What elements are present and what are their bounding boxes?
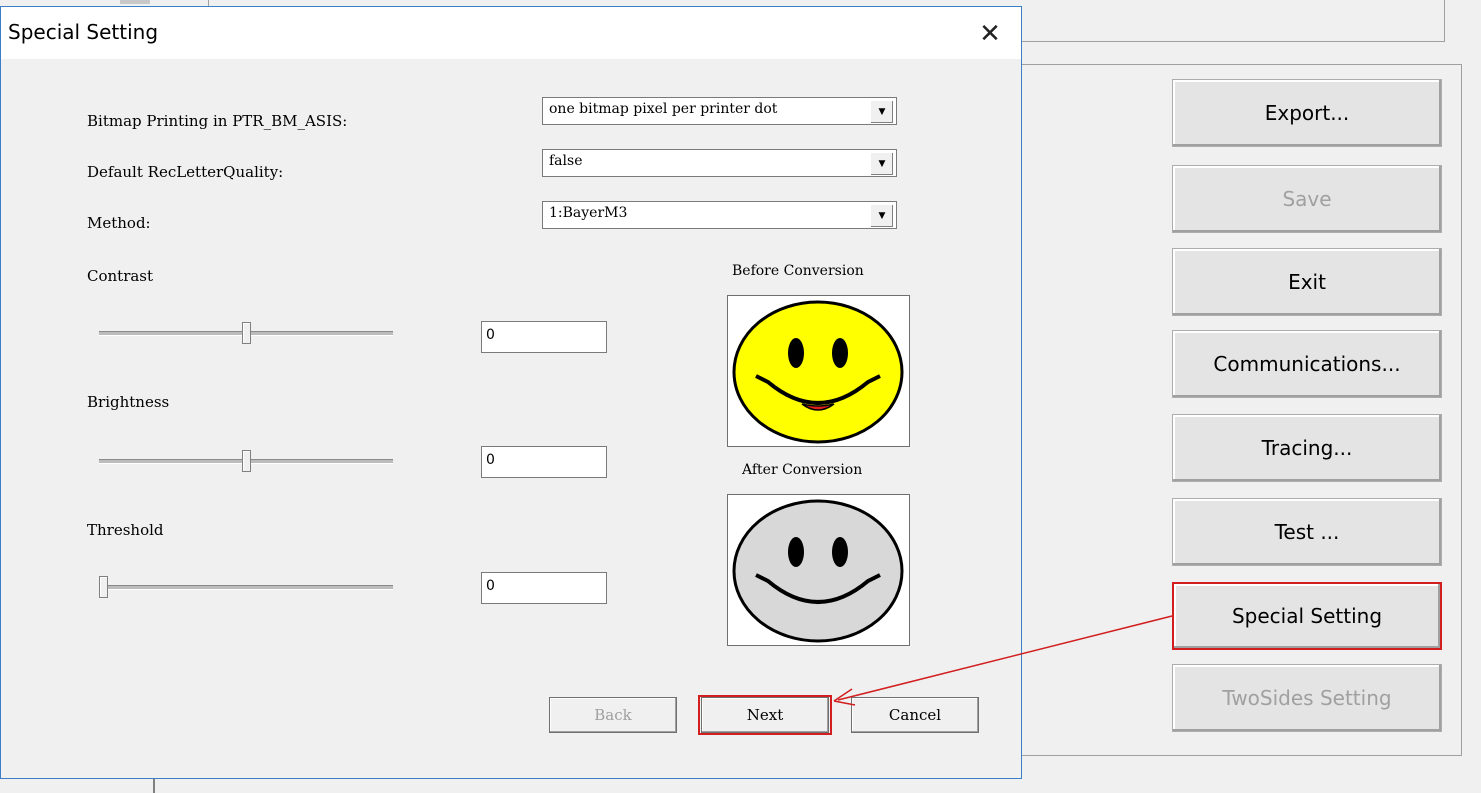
bitmap-printing-label: Bitmap Printing in PTR_BM_ASIS: [87, 112, 348, 130]
smiley-after-icon [732, 499, 904, 643]
dialog-titlebar: Special Setting ✕ [1, 7, 1021, 59]
export-button[interactable]: Export... [1172, 79, 1442, 147]
special-setting-dialog: Special Setting ✕ Bitmap Printing in PTR… [0, 6, 1022, 779]
exit-button[interactable]: Exit [1172, 248, 1442, 316]
threshold-slider-thumb[interactable] [99, 576, 108, 598]
background-edge [120, 0, 150, 4]
threshold-slider-track[interactable] [99, 585, 393, 590]
brightness-input[interactable]: 0 [481, 446, 607, 478]
method-value: 1:BayerM3 [549, 205, 628, 221]
brightness-value: 0 [486, 452, 495, 468]
method-label: Method: [87, 214, 151, 232]
recletter-quality-label: Default RecLetterQuality: [87, 163, 284, 181]
brightness-label: Brightness [87, 393, 170, 411]
after-conversion-label: After Conversion [742, 462, 863, 478]
before-conversion-image [727, 295, 910, 447]
test-button[interactable]: Test ... [1172, 498, 1442, 566]
twosides-setting-button[interactable]: TwoSides Setting [1172, 664, 1442, 732]
bitmap-printing-select[interactable]: one bitmap pixel per printer dot ▼ [542, 97, 897, 125]
contrast-value: 0 [486, 327, 495, 343]
close-icon[interactable]: ✕ [973, 17, 1007, 51]
method-select[interactable]: 1:BayerM3 ▼ [542, 201, 897, 229]
chevron-down-icon[interactable]: ▼ [870, 100, 894, 124]
chevron-down-icon[interactable]: ▼ [870, 204, 894, 228]
special-setting-button[interactable]: Special Setting [1172, 582, 1442, 650]
contrast-slider-thumb[interactable] [241, 322, 251, 344]
tracing-button[interactable]: Tracing... [1172, 414, 1442, 482]
dialog-title: Special Setting [8, 20, 159, 44]
chevron-down-icon[interactable]: ▼ [870, 152, 894, 176]
threshold-label: Threshold [87, 521, 164, 539]
contrast-label: Contrast [87, 267, 154, 285]
communications-button[interactable]: Communications... [1172, 330, 1442, 398]
before-conversion-label: Before Conversion [732, 263, 864, 279]
save-button[interactable]: Save [1172, 165, 1442, 233]
bitmap-printing-value: one bitmap pixel per printer dot [549, 101, 778, 117]
after-conversion-image [727, 494, 910, 646]
back-button[interactable]: Back [549, 697, 677, 733]
next-highlight-box [698, 695, 832, 735]
threshold-input[interactable]: 0 [481, 572, 607, 604]
contrast-input[interactable]: 0 [481, 321, 607, 353]
cancel-button[interactable]: Cancel [851, 697, 979, 733]
brightness-slider-thumb[interactable] [241, 450, 251, 472]
smiley-before-icon [732, 300, 904, 444]
recletter-quality-value: false [549, 153, 583, 169]
recletter-quality-select[interactable]: false ▼ [542, 149, 897, 177]
threshold-value: 0 [486, 578, 495, 594]
